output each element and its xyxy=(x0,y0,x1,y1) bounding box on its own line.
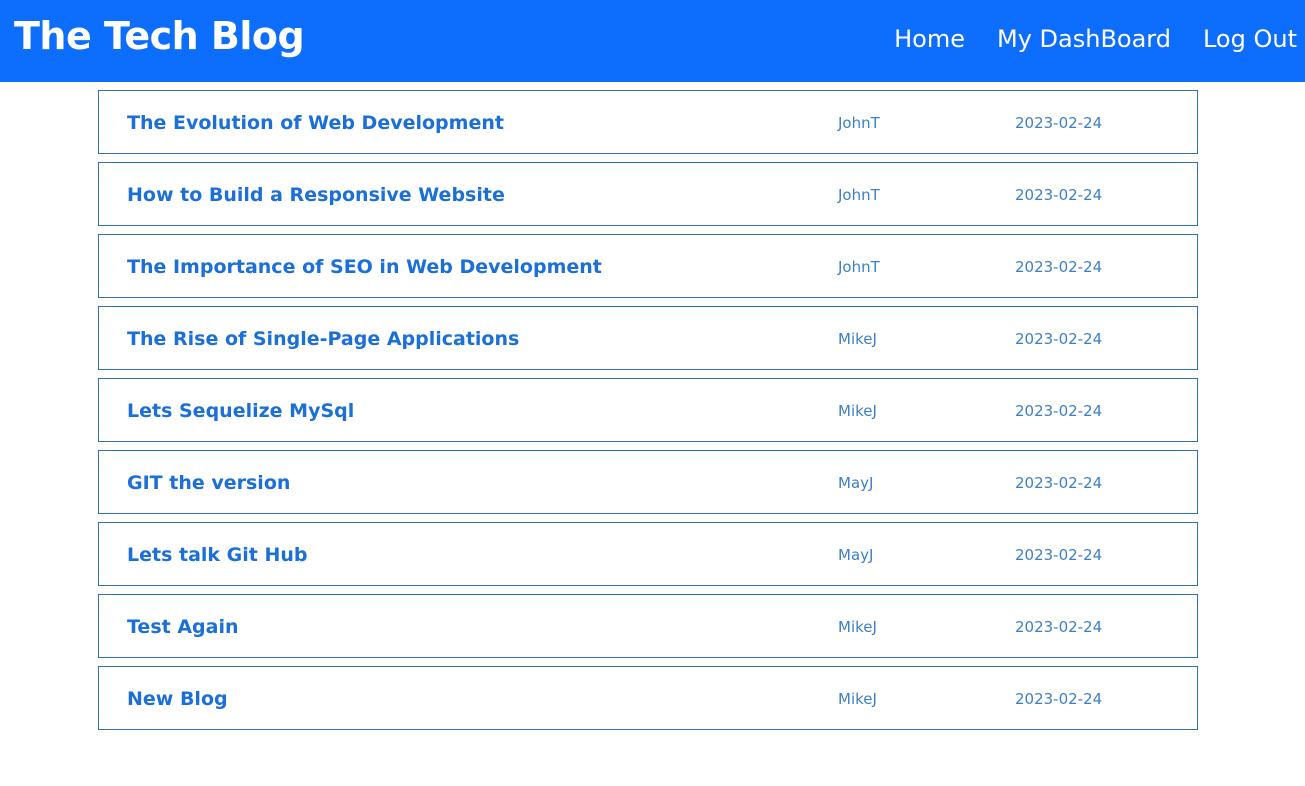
post-author: MikeJ xyxy=(838,618,877,636)
post-title-link[interactable]: Lets Sequelize MySql xyxy=(127,399,354,423)
post-card[interactable]: GIT the version MayJ 2023-02-24 xyxy=(98,450,1198,514)
post-author: MayJ xyxy=(838,474,874,492)
post-card[interactable]: The Rise of Single-Page Applications Mik… xyxy=(98,306,1198,370)
post-date: 2023-02-24 xyxy=(1015,402,1103,420)
post-card[interactable]: New Blog MikeJ 2023-02-24 xyxy=(98,666,1198,730)
post-title-link[interactable]: The Importance of SEO in Web Development xyxy=(127,255,602,279)
post-card[interactable]: The Evolution of Web Development JohnT 2… xyxy=(98,90,1198,154)
post-title-link[interactable]: How to Build a Responsive Website xyxy=(127,183,505,207)
post-date: 2023-02-24 xyxy=(1015,618,1103,636)
post-author: JohnT xyxy=(838,258,880,276)
post-card[interactable]: Lets Sequelize MySql MikeJ 2023-02-24 xyxy=(98,378,1198,442)
post-date: 2023-02-24 xyxy=(1015,258,1103,276)
post-author: JohnT xyxy=(838,114,880,132)
post-title-link[interactable]: Lets talk Git Hub xyxy=(127,543,308,567)
post-author: MayJ xyxy=(838,546,874,564)
post-title-link[interactable]: The Evolution of Web Development xyxy=(127,111,504,135)
post-title-link[interactable]: GIT the version xyxy=(127,471,290,495)
post-date: 2023-02-24 xyxy=(1015,114,1103,132)
post-author: JohnT xyxy=(838,186,880,204)
post-author: MikeJ xyxy=(838,330,877,348)
post-card[interactable]: How to Build a Responsive Website JohnT … xyxy=(98,162,1198,226)
post-title-link[interactable]: Test Again xyxy=(127,615,239,639)
nav-home-link[interactable]: Home xyxy=(894,22,965,56)
nav-links: Home My DashBoard Log Out xyxy=(894,22,1297,56)
post-list: The Evolution of Web Development JohnT 2… xyxy=(98,90,1198,738)
post-card[interactable]: Lets talk Git Hub MayJ 2023-02-24 xyxy=(98,522,1198,586)
nav-dashboard-link[interactable]: My DashBoard xyxy=(997,22,1171,56)
site-title[interactable]: The Tech Blog xyxy=(14,12,305,60)
post-author: MikeJ xyxy=(838,690,877,708)
post-card[interactable]: Test Again MikeJ 2023-02-24 xyxy=(98,594,1198,658)
post-author: MikeJ xyxy=(838,402,877,420)
post-date: 2023-02-24 xyxy=(1015,546,1103,564)
navbar: The Tech Blog Home My DashBoard Log Out xyxy=(0,0,1305,82)
post-card[interactable]: The Importance of SEO in Web Development… xyxy=(98,234,1198,298)
nav-logout-link[interactable]: Log Out xyxy=(1203,22,1297,56)
post-title-link[interactable]: The Rise of Single-Page Applications xyxy=(127,327,519,351)
post-date: 2023-02-24 xyxy=(1015,690,1103,708)
post-date: 2023-02-24 xyxy=(1015,474,1103,492)
post-date: 2023-02-24 xyxy=(1015,186,1103,204)
post-title-link[interactable]: New Blog xyxy=(127,687,228,711)
post-date: 2023-02-24 xyxy=(1015,330,1103,348)
